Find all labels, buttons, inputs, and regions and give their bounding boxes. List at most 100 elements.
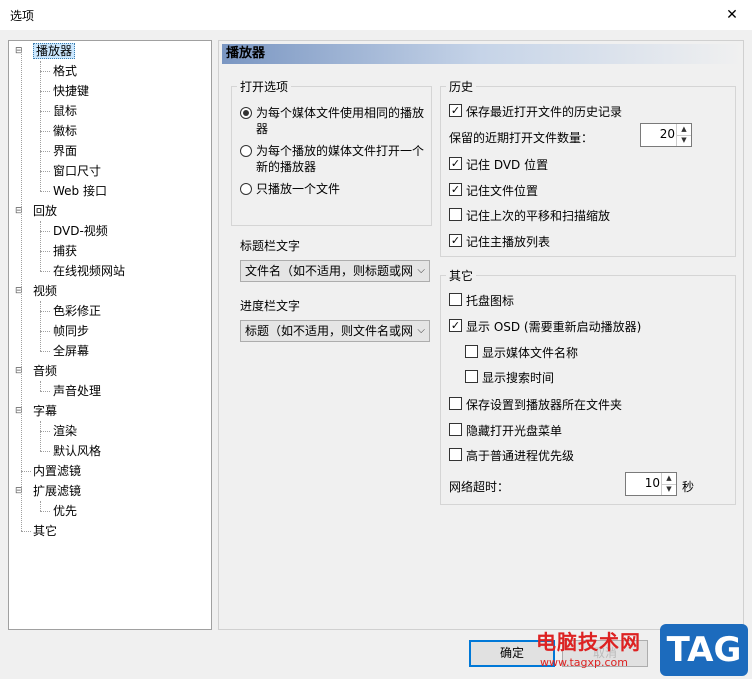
tree-item[interactable]: 音频 [33,361,57,381]
tree-guide-line [40,151,50,152]
radio-single-file[interactable] [240,183,252,195]
tree-guide-line [40,61,41,191]
expand-collapse-icon[interactable]: ⊟ [15,401,25,421]
tree-guide-line [40,351,50,352]
tree-guide-line [40,421,41,451]
tree-item[interactable]: 快捷键 [53,81,89,101]
network-timeout-value: 10 [644,476,660,490]
tree-guide-line [40,301,41,351]
other-title: 其它 [446,267,477,284]
expand-collapse-icon[interactable]: ⊟ [15,361,25,381]
tree-item[interactable]: 界面 [53,141,77,161]
radio-new-player-label: 为每个播放的媒体文件打开一个 [256,144,425,158]
title-bar-text-select[interactable]: 文件名（如不适用，则标题或网 ⌵ [240,260,430,282]
remember-playlist-checkbox[interactable]: ✓ [449,234,462,247]
tree-item[interactable]: 全屏幕 [53,341,89,361]
tree-item[interactable]: 在线视频网站 [53,261,125,281]
recent-count-value: 20 [659,127,675,141]
seek-bar-text-label: 进度栏文字 [240,299,301,313]
tree-item-label: 全屏幕 [53,344,90,358]
tree-guide-line [21,471,31,472]
options-tree[interactable]: 播放器 ⊟ 格式快捷键鼠标徽标界面窗口尺寸 Web 接口回放 ⊟ DVD-视频捕获 在线视频… [8,40,212,630]
tree-item[interactable]: 声音处理 [53,381,101,401]
chevron-down-icon: ⌵ [417,265,425,276]
tree-item[interactable]: 鼠标 [53,101,77,121]
tree-item[interactable]: 徽标 [53,121,77,141]
tree-item-label: 界面 [53,144,78,158]
show-filename-checkbox[interactable] [465,345,478,358]
tree-item[interactable]: 内置滤镜 [33,461,81,481]
remember-file-checkbox[interactable]: ✓ [449,183,462,196]
remember-dvd-checkbox[interactable]: ✓ [449,157,462,170]
history-title: 历史 [446,78,477,95]
hide-disc-menu-checkbox[interactable] [449,423,462,436]
spin-down-icon[interactable]: ▼ [662,484,676,495]
tree-item[interactable]: 播放器 [33,41,76,61]
tree-item-label: 内置滤镜 [33,464,82,478]
tree-guide-line [40,381,41,391]
title-bar-text-label: 标题栏文字 [240,239,301,253]
tree-item[interactable]: 默认风格 [53,441,101,461]
tree-item-label: 快捷键 [53,84,90,98]
tree-item[interactable]: Web 接口 [53,181,107,201]
watermark-text: 电脑技术网 [536,630,641,654]
tree-item-label: 播放器 [33,43,76,59]
expand-collapse-icon[interactable]: ⊟ [15,281,25,301]
spinner-buttons: ▲ ▼ [676,124,691,146]
tree-guide-line [40,221,41,271]
tree-item[interactable]: 帧同步 [53,321,89,341]
tree-item-label: 视频 [33,284,58,298]
tree-item-label: 声音处理 [53,384,102,398]
show-seek-time-checkbox[interactable] [465,370,478,383]
tray-icon-checkbox[interactable] [449,293,462,306]
save-to-folder-checkbox[interactable] [449,397,462,410]
high-priority-checkbox[interactable] [449,448,462,461]
tree-item[interactable]: 其它 [33,521,57,541]
tree-item[interactable]: 色彩修正 [53,301,101,321]
tree-item[interactable]: 视频 [33,281,57,301]
tree-guide-line [40,111,50,112]
radio-new-player-label-2: 新的播放器 [256,160,317,174]
recent-count-spinner[interactable]: 20 ▲ ▼ [640,123,692,147]
tree-item[interactable]: 回放 [33,201,57,221]
seek-bar-text-select[interactable]: 标题（如不适用，则文件名或网 ⌵ [240,320,430,342]
tree-item-label: 鼠标 [53,104,78,118]
radio-same-player-label-2: 器 [256,122,269,136]
radio-new-player[interactable] [240,145,252,157]
keep-history-label: 保存最近打开文件的历史记录 [466,105,623,119]
tree-item[interactable]: DVD-视频 [53,221,108,241]
radio-same-player[interactable] [240,107,252,119]
remember-pan-checkbox[interactable] [449,208,462,221]
tree-item-label: 帧同步 [53,324,90,338]
title-bar-text-value: 文件名（如不适用，则标题或网 [245,264,414,278]
tree-item-label: Web 接口 [53,184,107,198]
tree-item[interactable]: 字幕 [33,401,57,421]
window-title: 选项 [10,9,35,23]
tree-item[interactable]: 渲染 [53,421,77,441]
spin-down-icon[interactable]: ▼ [677,135,691,146]
tree-item-label: 字幕 [33,404,58,418]
expand-collapse-icon[interactable]: ⊟ [15,41,25,61]
tree-item[interactable]: 捕获 [53,241,77,261]
show-osd-checkbox[interactable]: ✓ [449,319,462,332]
high-priority-label: 高于普通进程优先级 [466,449,575,463]
tree-guide-line [40,91,50,92]
tree-guide-line [40,501,41,511]
tree-item[interactable]: 格式 [53,61,77,81]
tree-item-label: 色彩修正 [53,304,102,318]
network-timeout-spinner[interactable]: 10 ▲ ▼ [625,472,677,496]
tree-item[interactable]: 扩展滤镜 [33,481,81,501]
tree-item-label: 窗口尺寸 [53,164,102,178]
keep-history-checkbox[interactable]: ✓ [449,104,462,117]
expand-collapse-icon[interactable]: ⊟ [15,481,25,501]
tree-item-label: DVD-视频 [53,224,108,238]
tree-guide-line [40,271,50,272]
close-icon[interactable]: ✕ [712,0,752,30]
tree-item[interactable]: 窗口尺寸 [53,161,101,181]
chevron-down-icon: ⌵ [417,325,425,336]
tree-guide-line [40,331,50,332]
expand-collapse-icon[interactable]: ⊟ [15,201,25,221]
seek-bar-text-value: 标题（如不适用，则文件名或网 [245,324,414,338]
tree-item[interactable]: 优先 [53,501,77,521]
open-options-title: 打开选项 [237,78,292,95]
